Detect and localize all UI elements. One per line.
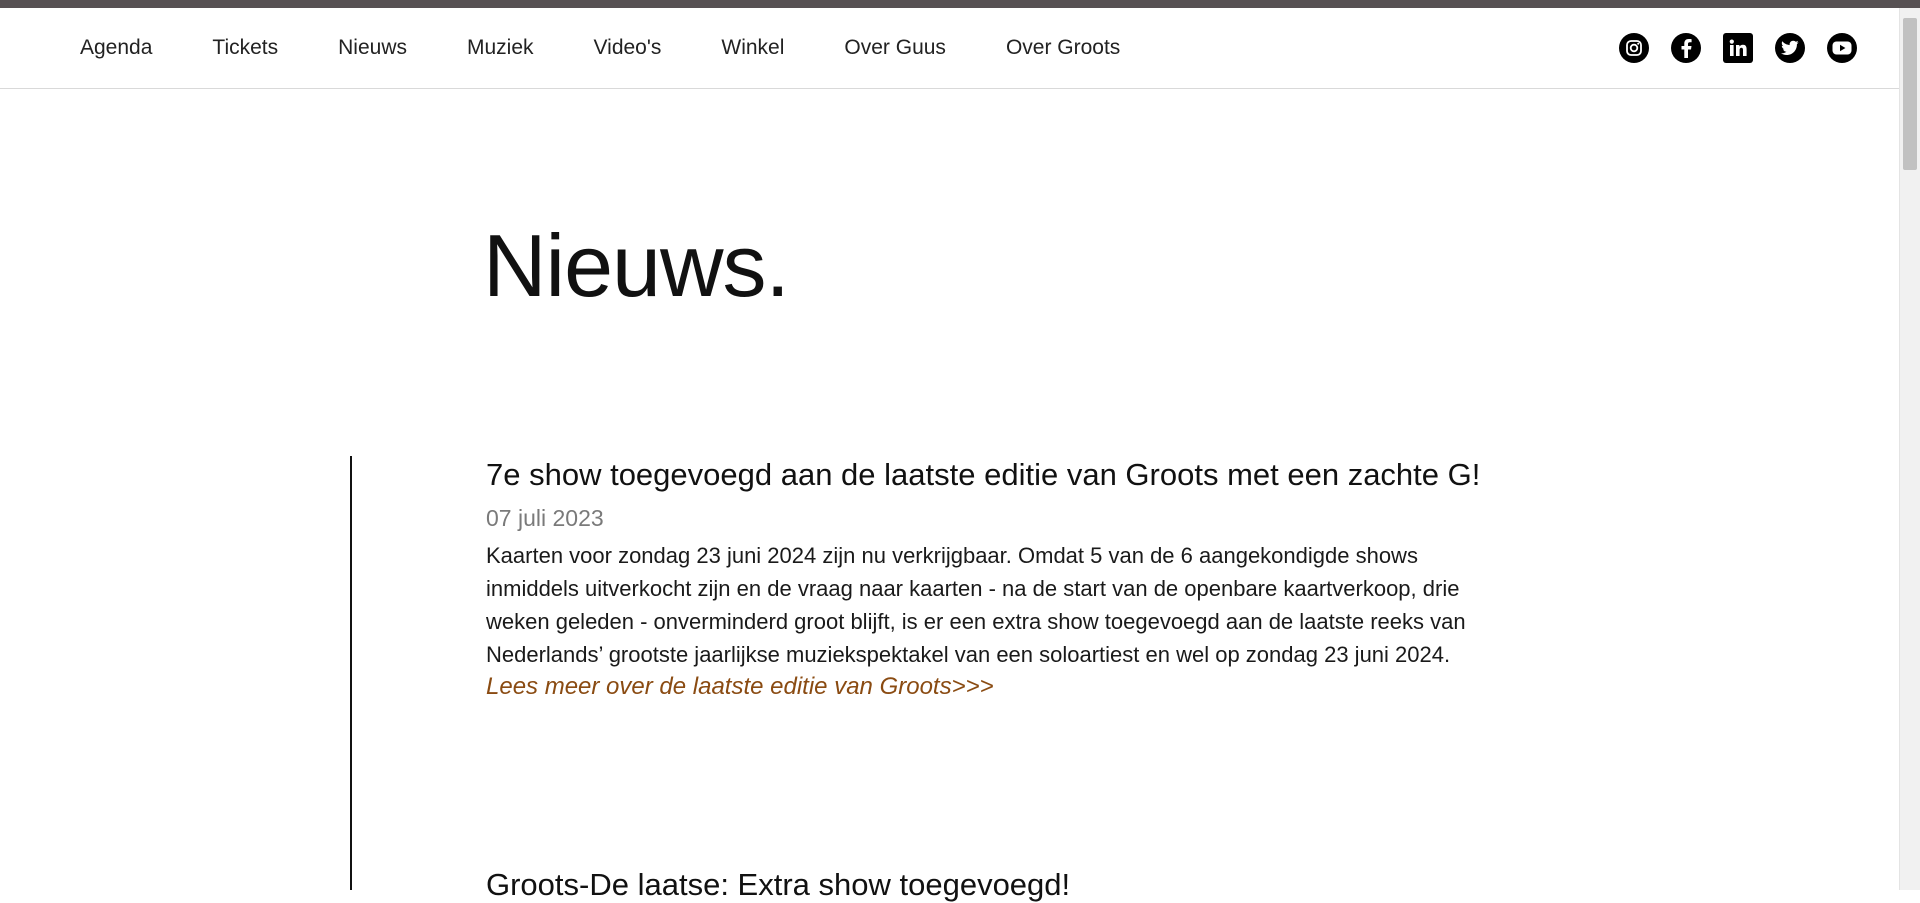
- nav-item-nieuws[interactable]: Nieuws: [338, 36, 407, 60]
- page-scrollbar[interactable]: [1899, 8, 1920, 890]
- news-article: 7e show toegevoegd aan de laatste editie…: [486, 456, 1516, 702]
- scrollbar-thumb[interactable]: [1903, 18, 1917, 170]
- timeline-line: [350, 456, 352, 890]
- linkedin-icon[interactable]: [1723, 33, 1753, 63]
- news-article: Groots-De laatse: Extra show toegevoegd!: [486, 866, 1516, 903]
- page-title: Nieuws.: [483, 216, 790, 315]
- nav-item-tickets[interactable]: Tickets: [212, 36, 278, 60]
- nav-item-agenda[interactable]: Agenda: [80, 36, 152, 60]
- article-title[interactable]: Groots-De laatse: Extra show toegevoegd!: [486, 866, 1516, 903]
- nav-item-videos[interactable]: Video's: [594, 36, 662, 60]
- nav-item-over-groots[interactable]: Over Groots: [1006, 36, 1120, 60]
- nav-item-muziek[interactable]: Muziek: [467, 36, 534, 60]
- social-links: [1597, 8, 1857, 88]
- site-header: Agenda Tickets Nieuws Muziek Video's Win…: [0, 8, 1899, 89]
- top-accent-bar: [0, 0, 1920, 8]
- article-body: Kaarten voor zondag 23 juni 2024 zijn nu…: [486, 543, 1466, 667]
- twitter-icon[interactable]: [1775, 33, 1805, 63]
- main-navigation: Agenda Tickets Nieuws Muziek Video's Win…: [80, 8, 1180, 88]
- youtube-icon[interactable]: [1827, 33, 1857, 63]
- article-title[interactable]: 7e show toegevoegd aan de laatste editie…: [486, 456, 1516, 493]
- nav-item-over-guus[interactable]: Over Guus: [844, 36, 946, 60]
- read-more-link[interactable]: Lees meer over de laatste editie van Gro…: [486, 671, 1516, 702]
- facebook-icon[interactable]: [1671, 33, 1701, 63]
- instagram-icon[interactable]: [1619, 33, 1649, 63]
- nav-item-winkel[interactable]: Winkel: [721, 36, 784, 60]
- article-date: 07 juli 2023: [486, 505, 604, 531]
